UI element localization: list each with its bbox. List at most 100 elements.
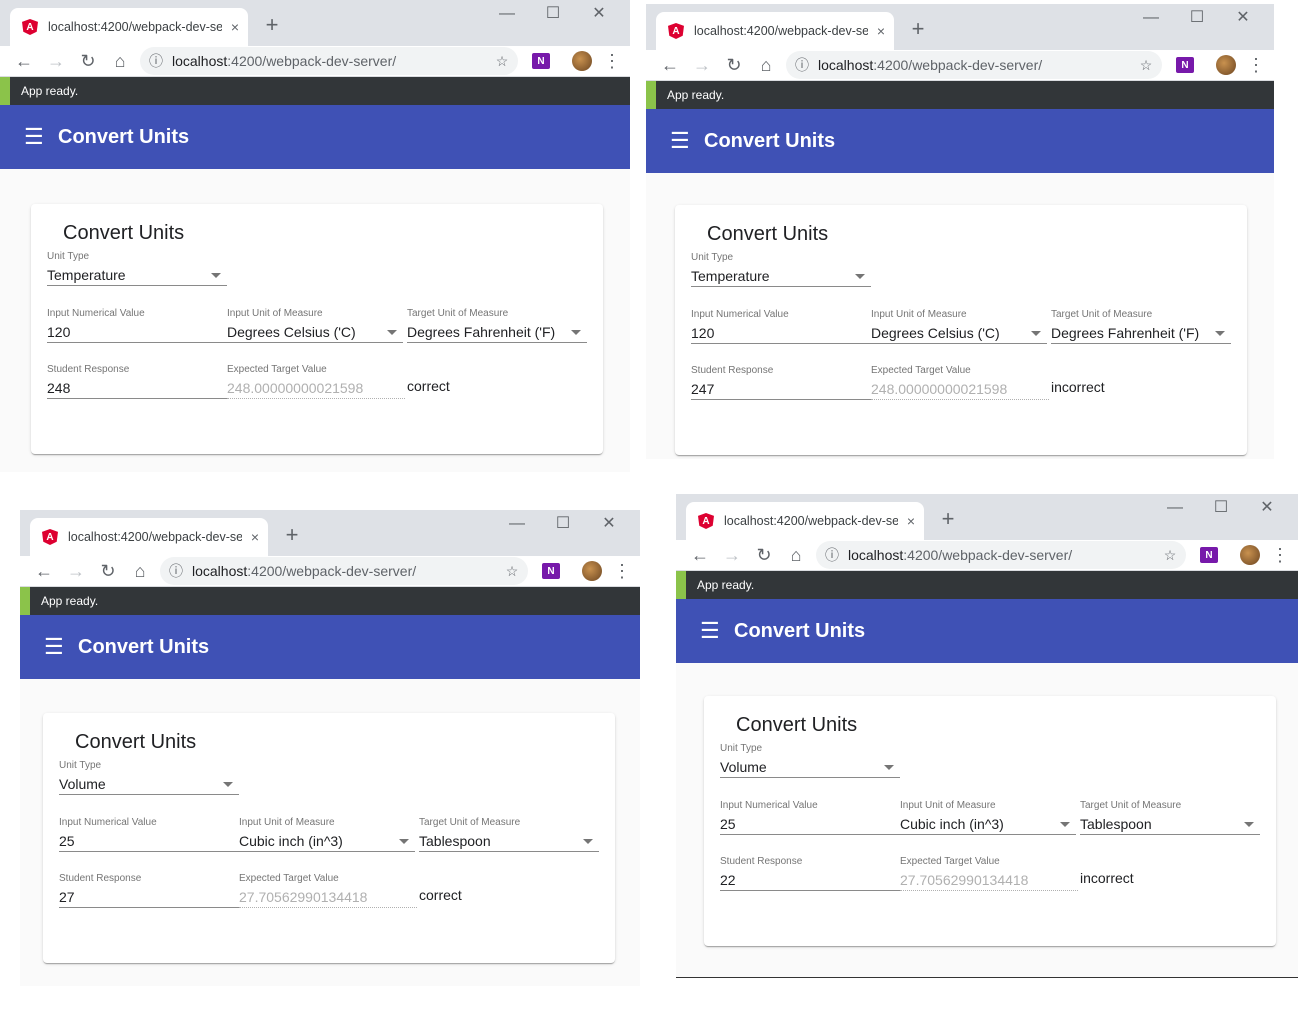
back-icon[interactable]: ← <box>28 561 60 582</box>
onenote-extension-icon[interactable]: N <box>542 563 560 579</box>
input-value-field[interactable]: Input Numerical Value 25 <box>720 800 900 835</box>
unit-type-select[interactable]: Unit Type Temperature <box>47 251 227 286</box>
reload-icon[interactable]: ↻ <box>92 561 124 582</box>
reload-icon[interactable]: ↻ <box>748 545 780 566</box>
close-window-icon[interactable]: ✕ <box>576 2 622 26</box>
target-unit-select[interactable]: Target Unit of Measure Tablespoon <box>1080 800 1260 835</box>
hamburger-menu-icon[interactable]: ☰ <box>670 128 692 154</box>
profile-avatar[interactable] <box>1240 545 1260 565</box>
target-unit-select[interactable]: Target Unit of Measure Tablespoon <box>419 817 599 852</box>
new-tab-button[interactable]: + <box>260 12 284 38</box>
input-unit-select[interactable]: Input Unit of Measure Cubic inch (in^3) <box>239 817 415 852</box>
more-menu-icon[interactable]: ⋮ <box>602 51 622 72</box>
address-bar[interactable]: ⓘ localhost:4200/webpack-dev-server/ ☆ <box>160 557 528 585</box>
student-response-field[interactable]: Student Response 247 <box>691 365 871 400</box>
forward-icon[interactable]: → <box>60 561 92 582</box>
app-toolbar: ☰ Convert Units <box>676 599 1298 663</box>
home-icon[interactable]: ⌂ <box>104 51 136 72</box>
unit-type-select[interactable]: Unit Type Volume <box>720 743 900 778</box>
student-response-field[interactable]: Student Response 22 <box>720 856 900 891</box>
browser-window-2: A localhost:4200/webpack-dev-server/ × +… <box>646 4 1274 459</box>
bookmark-star-icon[interactable]: ☆ <box>1130 57 1162 74</box>
convert-card: Convert Units Unit Type Volume Input Num… <box>704 696 1276 946</box>
unit-type-select[interactable]: Unit Type Volume <box>59 760 239 795</box>
browser-tab[interactable]: A localhost:4200/webpack-dev-server/ × <box>10 8 248 46</box>
hamburger-menu-icon[interactable]: ☰ <box>44 634 66 660</box>
onenote-extension-icon[interactable]: N <box>1200 547 1218 563</box>
address-bar[interactable]: ⓘ localhost:4200/webpack-dev-server/ ☆ <box>816 541 1186 569</box>
input-unit-select[interactable]: Input Unit of Measure Degrees Celsius ('… <box>227 308 403 343</box>
new-tab-button[interactable]: + <box>280 522 304 548</box>
site-info-icon[interactable]: ⓘ <box>816 545 848 565</box>
minimize-icon[interactable]: — <box>1152 496 1198 520</box>
tab-title: localhost:4200/webpack-dev-server/ <box>724 514 898 528</box>
browser-tab[interactable]: A localhost:4200/webpack-dev-server/ × <box>686 502 924 540</box>
address-bar[interactable]: ⓘ localhost:4200/webpack-dev-server/ ☆ <box>140 47 518 75</box>
site-info-icon[interactable]: ⓘ <box>140 51 172 71</box>
card-title: Convert Units <box>707 223 829 245</box>
back-icon[interactable]: ← <box>684 545 716 566</box>
reload-icon[interactable]: ↻ <box>72 51 104 72</box>
minimize-icon[interactable]: — <box>1128 6 1174 30</box>
browser-tab[interactable]: A localhost:4200/webpack-dev-server/ × <box>656 12 894 50</box>
input-unit-select[interactable]: Input Unit of Measure Degrees Celsius ('… <box>871 309 1047 344</box>
input-value-field[interactable]: Input Numerical Value 120 <box>47 308 227 343</box>
minimize-icon[interactable]: — <box>494 512 540 536</box>
more-menu-icon[interactable]: ⋮ <box>612 561 632 582</box>
tab-close-icon[interactable]: × <box>222 19 248 35</box>
input-value-field[interactable]: Input Numerical Value 25 <box>59 817 239 852</box>
student-response-field[interactable]: Student Response 248 <box>47 364 227 399</box>
site-info-icon[interactable]: ⓘ <box>786 55 818 75</box>
address-bar[interactable]: ⓘ localhost:4200/webpack-dev-server/ ☆ <box>786 51 1162 79</box>
profile-avatar[interactable] <box>572 51 592 71</box>
app-title: Convert Units <box>734 619 866 642</box>
reload-icon[interactable]: ↻ <box>718 55 750 76</box>
hamburger-menu-icon[interactable]: ☰ <box>700 618 722 644</box>
unit-type-select[interactable]: Unit Type Temperature <box>691 252 871 287</box>
close-window-icon[interactable]: ✕ <box>586 512 632 536</box>
input-unit-select[interactable]: Input Unit of Measure Cubic inch (in^3) <box>900 800 1076 835</box>
profile-avatar[interactable] <box>582 561 602 581</box>
hamburger-menu-icon[interactable]: ☰ <box>24 124 46 150</box>
more-menu-icon[interactable]: ⋮ <box>1246 55 1266 76</box>
home-icon[interactable]: ⌂ <box>124 561 156 582</box>
close-window-icon[interactable]: ✕ <box>1220 6 1266 30</box>
site-info-icon[interactable]: ⓘ <box>160 561 192 581</box>
student-response-field[interactable]: Student Response 27 <box>59 873 239 908</box>
home-icon[interactable]: ⌂ <box>780 545 812 566</box>
bookmark-star-icon[interactable]: ☆ <box>1154 547 1186 564</box>
back-icon[interactable]: ← <box>8 51 40 72</box>
browser-toolbar: ← → ↻ ⌂ ⓘ localhost:4200/webpack-dev-ser… <box>676 540 1298 571</box>
maximize-icon[interactable]: ☐ <box>1174 6 1220 30</box>
bookmark-star-icon[interactable]: ☆ <box>496 563 528 580</box>
more-menu-icon[interactable]: ⋮ <box>1270 545 1290 566</box>
forward-icon[interactable]: → <box>40 51 72 72</box>
forward-icon[interactable]: → <box>686 55 718 76</box>
tab-close-icon[interactable]: × <box>868 23 894 39</box>
browser-tab[interactable]: A localhost:4200/webpack-dev-server/ × <box>30 518 268 556</box>
onenote-extension-icon[interactable]: N <box>1176 57 1194 73</box>
angular-favicon-icon: A <box>22 19 38 35</box>
window-controls: — ☐ ✕ <box>484 2 622 26</box>
input-value-field[interactable]: Input Numerical Value 120 <box>691 309 871 344</box>
new-tab-button[interactable]: + <box>906 16 930 42</box>
profile-avatar[interactable] <box>1216 55 1236 75</box>
maximize-icon[interactable]: ☐ <box>540 512 586 536</box>
new-tab-button[interactable]: + <box>936 506 960 532</box>
angular-favicon-icon: A <box>698 513 714 529</box>
minimize-icon[interactable]: — <box>484 2 530 26</box>
tab-close-icon[interactable]: × <box>898 513 924 529</box>
close-window-icon[interactable]: ✕ <box>1244 496 1290 520</box>
home-icon[interactable]: ⌂ <box>750 55 782 76</box>
maximize-icon[interactable]: ☐ <box>530 2 576 26</box>
forward-icon[interactable]: → <box>716 545 748 566</box>
onenote-extension-icon[interactable]: N <box>532 53 550 69</box>
target-unit-select[interactable]: Target Unit of Measure Degrees Fahrenhei… <box>407 308 587 343</box>
app-toolbar: ☰ Convert Units <box>646 109 1274 173</box>
tab-close-icon[interactable]: × <box>242 529 268 545</box>
maximize-icon[interactable]: ☐ <box>1198 496 1244 520</box>
target-unit-select[interactable]: Target Unit of Measure Degrees Fahrenhei… <box>1051 309 1231 344</box>
back-icon[interactable]: ← <box>654 55 686 76</box>
window-controls: — ☐ ✕ <box>494 512 632 536</box>
bookmark-star-icon[interactable]: ☆ <box>486 53 518 70</box>
